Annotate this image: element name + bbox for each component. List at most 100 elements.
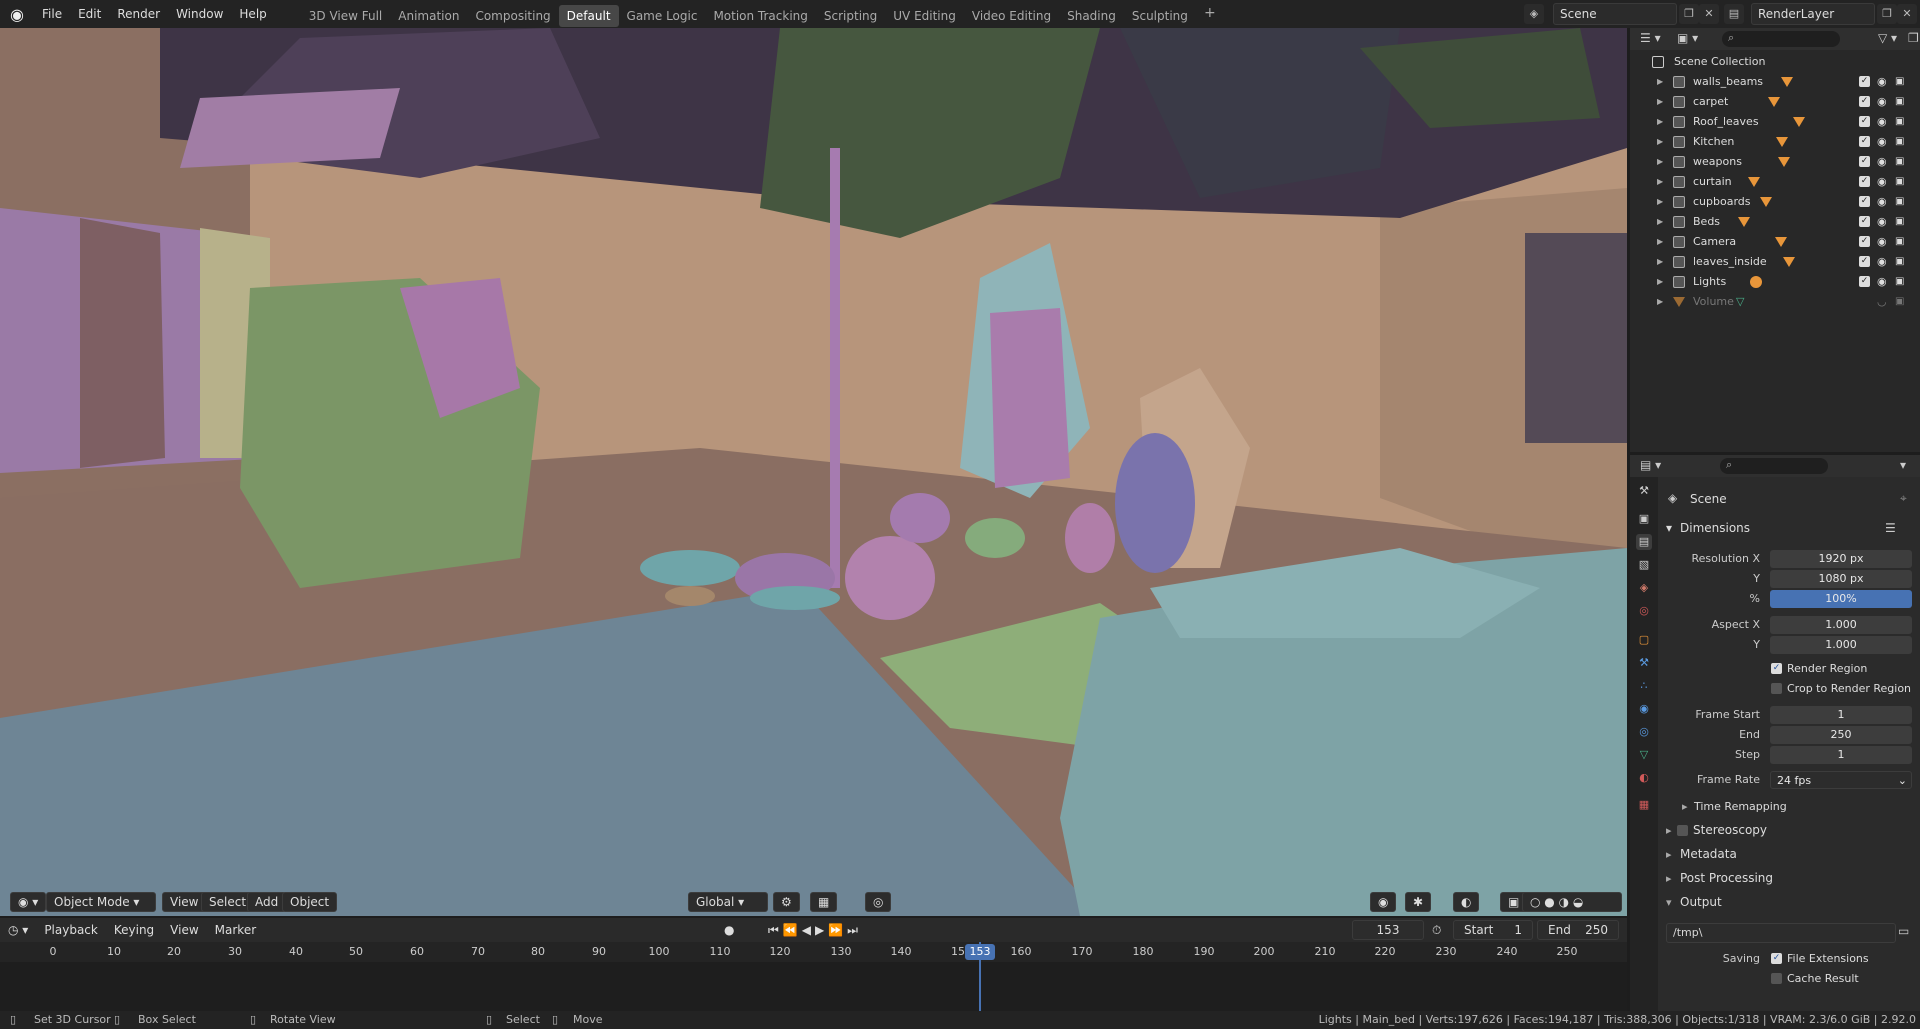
menu-help[interactable]: Help: [231, 0, 274, 28]
aspect-x-field[interactable]: 1.000: [1770, 616, 1912, 634]
display-mode-icon[interactable]: ▣ ▾: [1677, 31, 1698, 45]
blender-logo-icon[interactable]: ◉: [0, 0, 34, 28]
exclude-checkbox[interactable]: ✓: [1859, 156, 1870, 167]
menu-file[interactable]: File: [34, 0, 70, 28]
exclude-checkbox[interactable]: ✓: [1859, 76, 1870, 87]
proportional-edit-icon[interactable]: ◎: [865, 892, 892, 912]
outliner-item-kitchen[interactable]: ▶ Kitchen ✓ ◉ ▣: [1630, 132, 1920, 152]
outliner-item-roof-leaves[interactable]: ▶ Roof_leaves ✓ ◉ ▣: [1630, 112, 1920, 132]
tab-video-editing[interactable]: Video Editing: [964, 5, 1059, 27]
exclude-checkbox[interactable]: ✓: [1859, 136, 1870, 147]
eye-icon[interactable]: ◉: [1877, 232, 1887, 252]
exclude-checkbox[interactable]: ✓: [1859, 116, 1870, 127]
tab-motion-tracking[interactable]: Motion Tracking: [705, 5, 815, 27]
tab-scripting[interactable]: Scripting: [816, 5, 885, 27]
eye-icon[interactable]: ◉: [1877, 172, 1887, 192]
cache-result-checkbox[interactable]: [1771, 973, 1782, 984]
particles-tab-icon[interactable]: ∴: [1636, 678, 1652, 694]
output-panel-header[interactable]: Output: [1680, 895, 1722, 909]
eye-icon[interactable]: ◉: [1877, 212, 1887, 232]
view-layer-icon[interactable]: ▤: [1724, 4, 1744, 24]
render-icon[interactable]: ▣: [1895, 232, 1904, 252]
expand-arrow-icon[interactable]: ▶: [1657, 192, 1663, 212]
tab-uv-editing[interactable]: UV Editing: [885, 5, 964, 27]
expand-arrow-icon[interactable]: ▶: [1657, 272, 1663, 292]
tab-compositing[interactable]: Compositing: [467, 5, 558, 27]
menu-edit[interactable]: Edit: [70, 0, 109, 28]
tool-tab-icon[interactable]: ⚒: [1636, 483, 1652, 499]
render-icon[interactable]: ▣: [1895, 272, 1904, 292]
expand-arrow-icon[interactable]: ▶: [1657, 92, 1663, 112]
expand-arrow-icon[interactable]: ▸: [1666, 824, 1672, 837]
expand-arrow-icon[interactable]: ▸: [1666, 848, 1672, 861]
render-region-checkbox[interactable]: ✓: [1771, 663, 1782, 674]
new-view-layer-icon[interactable]: ❐: [1877, 4, 1897, 24]
outliner-item-carpet[interactable]: ▶ carpet ✓ ◉ ▣: [1630, 92, 1920, 112]
dimensions-panel-header[interactable]: Dimensions: [1680, 521, 1750, 535]
outliner-search-input[interactable]: ⌕: [1722, 31, 1840, 47]
exclude-checkbox[interactable]: ✓: [1859, 96, 1870, 107]
eye-icon[interactable]: ◉: [1877, 252, 1887, 272]
timeline-menu-marker[interactable]: Marker: [207, 923, 264, 937]
render-icon[interactable]: ▣: [1895, 72, 1904, 92]
scene-name-field[interactable]: Scene: [1553, 3, 1677, 25]
render-icon[interactable]: ▣: [1895, 192, 1904, 212]
presets-icon[interactable]: ☰: [1885, 521, 1896, 535]
modifier-tab-icon[interactable]: ⚒: [1636, 655, 1652, 671]
outliner-item-weapons[interactable]: ▶ weapons ✓ ◉ ▣: [1630, 152, 1920, 172]
timeline-menu-playback[interactable]: Playback: [36, 923, 106, 937]
stereoscopy-panel-header[interactable]: Stereoscopy: [1693, 823, 1767, 837]
resolution-y-field[interactable]: 1080 px: [1770, 570, 1912, 588]
expand-arrow-icon[interactable]: ▶: [1657, 72, 1663, 92]
frame-ruler[interactable]: 0 10 20 30 40 50 60 70 80 90 100 110 120…: [0, 942, 1627, 962]
folder-icon[interactable]: ▭: [1898, 924, 1909, 938]
metadata-panel-header[interactable]: Metadata: [1680, 847, 1737, 861]
frame-rate-dropdown[interactable]: 24 fps ⌄: [1770, 771, 1912, 789]
render-icon[interactable]: ▣: [1895, 152, 1904, 172]
view-layer-field[interactable]: RenderLayer: [1751, 3, 1875, 25]
outliner-root[interactable]: Scene Collection: [1630, 52, 1920, 72]
expand-arrow-icon[interactable]: ▸: [1682, 800, 1688, 813]
object-mode-dropdown[interactable]: Object Mode ▾: [46, 892, 156, 912]
exclude-checkbox[interactable]: ✓: [1859, 236, 1870, 247]
shading-modes[interactable]: ○ ● ◑ ◒: [1522, 892, 1622, 912]
end-frame-field[interactable]: End 250: [1537, 920, 1619, 940]
outliner-item-cupboards[interactable]: ▶ cupboards ✓ ◉ ▣: [1630, 192, 1920, 212]
eye-icon[interactable]: ◉: [1877, 72, 1887, 92]
start-frame-field[interactable]: Start 1: [1453, 920, 1533, 940]
exclude-checkbox[interactable]: ✓: [1859, 256, 1870, 267]
outliner-item-curtain[interactable]: ▶ curtain ✓ ◉ ▣: [1630, 172, 1920, 192]
properties-search-input[interactable]: ⌕: [1720, 458, 1828, 474]
expand-arrow-icon[interactable]: ▶: [1657, 152, 1663, 172]
outliner-item-leaves-inside[interactable]: ▶ leaves_inside ✓ ◉ ▣: [1630, 252, 1920, 272]
delete-scene-icon[interactable]: ✕: [1699, 4, 1719, 24]
render-icon[interactable]: ▣: [1895, 112, 1904, 132]
dimensions-toggle-icon[interactable]: ▾: [1666, 521, 1672, 535]
tab-animation[interactable]: Animation: [390, 5, 467, 27]
current-frame-field[interactable]: 153: [1352, 920, 1424, 940]
visibility-icon[interactable]: ◉: [1370, 892, 1397, 912]
render-tab-icon[interactable]: ▣: [1636, 511, 1652, 527]
tab-game-logic[interactable]: Game Logic: [619, 5, 706, 27]
record-icon[interactable]: ●: [724, 923, 734, 937]
eye-icon[interactable]: ◉: [1877, 192, 1887, 212]
menu-render[interactable]: Render: [109, 0, 168, 28]
file-extensions-checkbox[interactable]: ✓: [1771, 953, 1782, 964]
menu-window[interactable]: Window: [168, 0, 231, 28]
render-icon[interactable]: ▣: [1895, 252, 1904, 272]
new-collection-icon[interactable]: ❐: [1908, 31, 1919, 45]
timeline-track-area[interactable]: [0, 962, 1627, 1011]
eye-icon[interactable]: ◉: [1877, 152, 1887, 172]
tab-default[interactable]: Default: [558, 4, 619, 27]
collapse-arrow-icon[interactable]: ▾: [1666, 896, 1672, 909]
eye-icon[interactable]: ◉: [1877, 132, 1887, 152]
expand-arrow-icon[interactable]: ▶: [1657, 252, 1663, 272]
add-workspace-icon[interactable]: +: [1200, 2, 1220, 27]
texture-tab-icon[interactable]: ▦: [1636, 797, 1652, 813]
post-processing-panel-header[interactable]: Post Processing: [1680, 871, 1773, 885]
stereoscopy-checkbox[interactable]: [1677, 825, 1688, 836]
tab-sculpting[interactable]: Sculpting: [1124, 5, 1196, 27]
scene-selector-icon[interactable]: ◈: [1524, 4, 1544, 24]
expand-arrow-icon[interactable]: ▶: [1657, 132, 1663, 152]
exclude-checkbox[interactable]: ✓: [1859, 196, 1870, 207]
